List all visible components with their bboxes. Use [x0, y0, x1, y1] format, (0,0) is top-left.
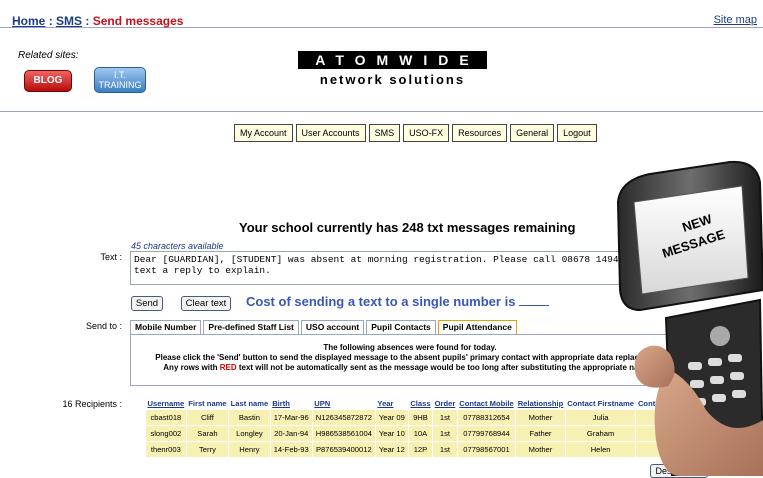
atomwide-logo: ATOMWIDE [298, 51, 487, 69]
blog-button[interactable]: BLOG [24, 70, 72, 92]
cell-contact-mobile: 07798567001 [456, 441, 517, 458]
cell-birth: 17-Mar-96 [269, 409, 313, 426]
cell-class: 9HB [407, 409, 434, 426]
cost-blank [519, 305, 550, 306]
cell-username: thenr003 [145, 441, 187, 458]
cell-first-name: Terry [185, 441, 230, 458]
clear-text-button[interactable]: Clear text [181, 296, 231, 311]
column-header[interactable]: UPN [312, 398, 375, 410]
tab-pupil-contacts[interactable]: Pupil Contacts [366, 320, 436, 335]
it-training-button[interactable]: I.T. TRAINING [94, 67, 146, 93]
info-line-3-start: Any rows with [163, 363, 220, 372]
cell-relationship: Father [515, 425, 566, 442]
cell-birth: 20-Jan-94 [269, 425, 313, 442]
cost-text: Cost of sending a text to a single numbe… [246, 294, 550, 309]
info-line-3-end: text will not be automatically sent as t… [236, 363, 657, 372]
cell-order: 1st [432, 409, 458, 426]
tab-pupil-attendance[interactable]: Pupil Attendance [437, 320, 517, 335]
cell-upn: N126345872872 [311, 409, 376, 426]
cell-username: slong002 [145, 425, 187, 442]
menu-general[interactable]: General [510, 124, 555, 142]
menu-resources[interactable]: Resources [452, 124, 508, 142]
cell-relationship: Mother [515, 409, 566, 426]
menu-sms[interactable]: SMS [368, 124, 401, 142]
cell-year: Year 10 [374, 425, 409, 442]
cell-class: 12P [407, 441, 434, 458]
column-header[interactable]: Order [433, 398, 458, 410]
send-button[interactable]: Send [131, 296, 163, 311]
divider [0, 111, 763, 112]
column-header: Last name [230, 399, 269, 408]
column-header[interactable]: Relationship [516, 398, 566, 410]
breadcrumb-sms-link[interactable]: SMS [56, 14, 82, 28]
top-bar: Home : SMS : Send messages Site map [0, 0, 763, 28]
send-to-tabs: Mobile Number Pre-defined Staff List USO… [130, 320, 519, 335]
column-header[interactable]: Year [375, 398, 408, 410]
send-to-label: Send to : [85, 321, 122, 331]
tab-uso-account[interactable]: USO account [300, 320, 365, 335]
cell-contact-mobile: 07788312654 [456, 409, 517, 426]
breadcrumb-separator: : [85, 14, 90, 28]
menu-my-account[interactable]: My Account [234, 124, 293, 142]
cell-last-name: Henry [228, 441, 271, 458]
menu-user-accounts[interactable]: User Accounts [295, 124, 366, 142]
text-label: Text : [100, 252, 122, 262]
menu-uso-fx[interactable]: USO-FX [403, 124, 450, 142]
cell-order: 1st [432, 425, 458, 442]
cell-year: Year 12 [374, 441, 409, 458]
cell-birth: 14-Feb-93 [269, 441, 313, 458]
related-sites-label: Related sites: [18, 50, 79, 61]
cell-contact-mobile: 07799768944 [456, 425, 517, 442]
cell-last-name: Bastin [228, 409, 271, 426]
message-textarea[interactable]: Dear [GUARDIAN], [STUDENT] was absent at… [130, 251, 655, 285]
info-line-1: The following absences were found for to… [323, 343, 497, 352]
main-menu: My Account User Accounts SMS USO-FX Reso… [234, 124, 597, 142]
tab-staff-list[interactable]: Pre-defined Staff List [203, 320, 299, 335]
mobile-phone-image: NEW MESSAGE [616, 160, 763, 476]
info-line-2: Please click the 'Send' button to send t… [155, 353, 665, 362]
tab-mobile-number[interactable]: Mobile Number [130, 320, 202, 335]
menu-logout[interactable]: Logout [557, 124, 597, 142]
cell-upn: H986538561004 [311, 425, 376, 442]
cell-first-name: Cliff [185, 409, 230, 426]
column-header[interactable]: Birth [270, 398, 312, 410]
phone-screen: NEW MESSAGE [633, 185, 749, 295]
cell-first-name: Sarah [185, 425, 230, 442]
cell-last-name: Longley [228, 425, 271, 442]
column-header: First name [188, 399, 227, 408]
logo-tagline: network solutions [319, 72, 466, 87]
breadcrumb-separator: : [48, 14, 53, 28]
characters-available: 45 characters available [131, 241, 224, 251]
info-line-3: Any rows with RED text will not be autom… [131, 363, 689, 373]
cell-order: 1st [432, 441, 458, 458]
recipients-label: 16 Recipients : [62, 399, 122, 409]
column-header[interactable]: Class [408, 398, 432, 410]
cell-relationship: Mother [515, 441, 566, 458]
cell-class: 10A [407, 425, 434, 442]
breadcrumb-current: Send messages [92, 14, 184, 28]
red-text-label: RED [219, 363, 237, 372]
column-header[interactable]: Username [146, 398, 187, 410]
messages-remaining: Your school currently has 248 txt messag… [239, 220, 576, 235]
attendance-info-panel: The following absences were found for to… [130, 334, 690, 386]
cell-username: cbast018 [145, 409, 187, 426]
column-header[interactable]: Contact Mobile [457, 398, 515, 410]
cell-year: Year 09 [374, 409, 409, 426]
breadcrumb-home-link[interactable]: Home [12, 14, 45, 28]
site-map-link[interactable]: Site map [714, 14, 757, 26]
cost-label: Cost of sending a text to a single numbe… [246, 294, 516, 309]
breadcrumb: Home : SMS : Send messages [12, 14, 183, 28]
cell-upn: P876539400012 [311, 441, 376, 458]
